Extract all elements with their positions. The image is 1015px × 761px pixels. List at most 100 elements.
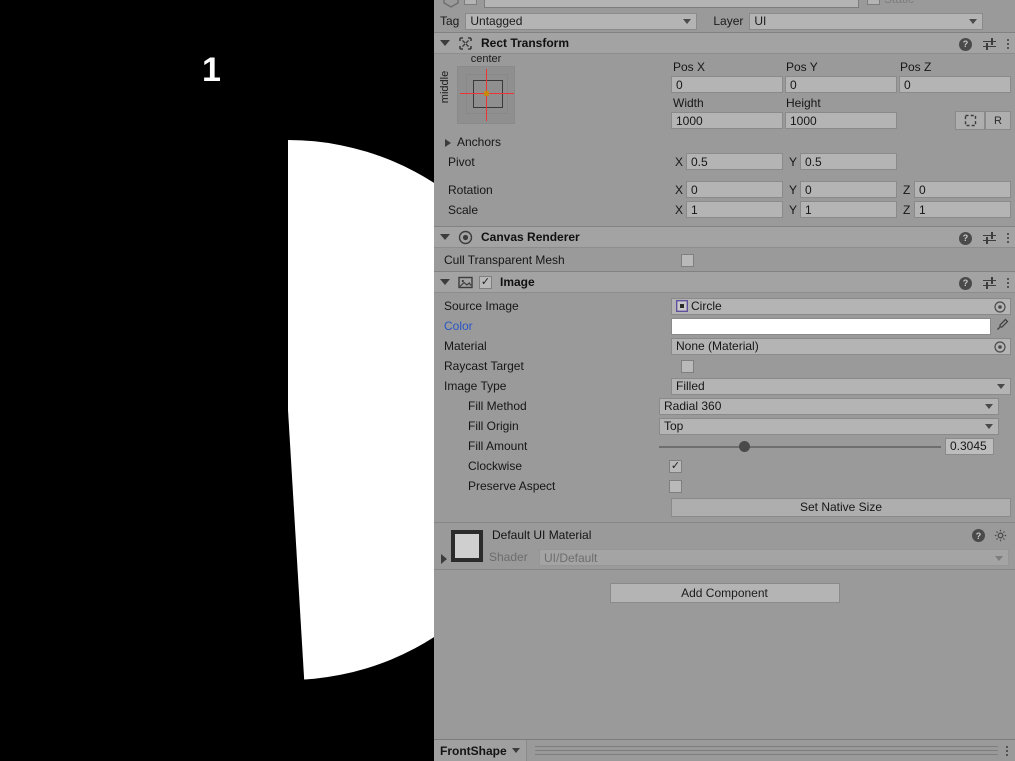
context-menu-icon[interactable]	[1007, 233, 1009, 243]
scale-x-axis-label: X	[675, 203, 684, 217]
inspector-panel[interactable]: Static Tag Untagged Layer UI Rect Transf…	[434, 0, 1015, 761]
fill-origin-dropdown[interactable]: Top	[659, 417, 999, 435]
anchor-pivot-dot	[484, 91, 489, 96]
foldout-arrow-icon[interactable]	[440, 40, 450, 46]
pos-y-field[interactable]: 0	[785, 76, 897, 93]
image-header-icons: ?	[959, 272, 1009, 294]
canvas-renderer-title: Canvas Renderer	[481, 230, 580, 244]
fill-amount-slider[interactable]	[659, 438, 941, 455]
preserve-aspect-checkbox[interactable]	[669, 479, 682, 493]
fill-method-label: Fill Method	[468, 399, 527, 413]
clockwise-row: Clockwise ✓	[434, 456, 1015, 476]
foldout-arrow-icon[interactable]	[440, 279, 450, 285]
add-component-area: Add Component	[434, 569, 1015, 603]
image-header[interactable]: ✓ Image ?	[434, 271, 1015, 293]
help-icon[interactable]: ?	[972, 529, 985, 542]
cull-transparent-mesh-checkbox[interactable]	[681, 253, 694, 267]
rect-transform-header[interactable]: Rect Transform ?	[434, 32, 1015, 54]
height-field[interactable]: 1000	[785, 112, 897, 129]
scale-z-axis-label: Z	[903, 203, 911, 217]
color-row: Color	[434, 316, 1015, 336]
layer-label: Layer	[713, 14, 744, 28]
clockwise-checkbox[interactable]: ✓	[669, 459, 682, 473]
foldout-arrow-icon[interactable]	[440, 234, 450, 240]
game-view[interactable]: 1	[0, 0, 434, 761]
image-enabled-checkbox[interactable]: ✓	[479, 275, 492, 289]
raycast-target-checkbox[interactable]	[681, 359, 694, 373]
gear-icon[interactable]	[994, 529, 1007, 545]
object-picker-icon[interactable]	[994, 340, 1006, 356]
slider-handle[interactable]	[738, 440, 750, 452]
help-icon[interactable]: ?	[959, 231, 972, 245]
sprite-thumbnail-icon	[676, 300, 688, 312]
scale-x-field[interactable]: 1	[686, 201, 783, 218]
color-swatch-field[interactable]	[671, 317, 991, 335]
preset-icon[interactable]	[983, 276, 996, 290]
default-ui-material-block[interactable]: Default UI Material Shader UI/Default ?	[434, 522, 1015, 569]
rotation-x-field[interactable]: 0	[686, 181, 783, 198]
tag-dropdown[interactable]: Untagged	[465, 12, 698, 30]
static-checkbox[interactable]	[867, 0, 880, 5]
object-picker-icon[interactable]	[994, 300, 1006, 316]
gameobject-identity-row[interactable]: Static	[434, 0, 1015, 10]
canvas-renderer-header[interactable]: Canvas Renderer ?	[434, 226, 1015, 248]
width-field[interactable]: 1000	[671, 112, 783, 129]
rotation-y-field[interactable]: 0	[800, 181, 897, 198]
preset-icon[interactable]	[983, 37, 996, 51]
help-icon[interactable]: ?	[959, 37, 972, 51]
gameobject-enabled-checkbox[interactable]	[464, 0, 477, 5]
canvas-renderer-header-icons: ?	[959, 227, 1009, 249]
anchor-preset-widget[interactable]	[457, 66, 515, 124]
canvas-renderer-icon	[458, 230, 473, 244]
status-bar: FrontShape	[434, 739, 1015, 761]
scale-y-field[interactable]: 1	[800, 201, 897, 218]
blueprint-mode-button[interactable]	[955, 111, 985, 130]
set-native-size-row: Set Native Size	[434, 496, 1015, 518]
fill-amount-label: Fill Amount	[468, 439, 528, 453]
layer-dropdown[interactable]: UI	[749, 12, 984, 30]
pivot-y-field[interactable]: 0.5	[800, 153, 897, 170]
gameobject-name-field[interactable]	[484, 0, 859, 8]
raw-edit-button[interactable]: R	[985, 111, 1011, 130]
pos-x-field[interactable]: 0	[671, 76, 783, 93]
fill-amount-field[interactable]: 0.3045	[945, 437, 994, 455]
add-component-button[interactable]: Add Component	[609, 583, 840, 603]
help-icon[interactable]: ?	[959, 276, 972, 290]
radial-shape-container	[0, 0, 434, 761]
pivot-x-field[interactable]: 0.5	[686, 153, 783, 170]
canvas-renderer-body: Cull Transparent Mesh	[434, 248, 1015, 271]
context-menu-icon[interactable]	[1007, 278, 1009, 288]
material-label: Material	[444, 339, 487, 353]
material-field[interactable]: None (Material)	[671, 337, 1011, 356]
tag-value: Untagged	[470, 14, 523, 28]
context-menu-icon[interactable]	[1007, 39, 1009, 49]
fill-method-row: Fill Method Radial 360	[434, 396, 1015, 416]
image-type-dropdown[interactable]: Filled	[671, 377, 1011, 395]
pivot-x-axis-label: X	[675, 155, 684, 169]
source-image-field[interactable]: Circle	[671, 297, 1011, 316]
slider-track	[659, 445, 941, 448]
checkmark-icon: ✓	[670, 459, 681, 472]
cull-transparent-mesh-row: Cull Transparent Mesh	[434, 250, 1015, 270]
material-foldout-arrow-icon[interactable]	[441, 554, 447, 564]
layer-value: UI	[754, 14, 767, 28]
chevron-down-icon	[997, 384, 1005, 389]
anchor-horizontal-label: center	[470, 53, 502, 65]
rect-transform-title: Rect Transform	[481, 36, 570, 50]
scale-z-field[interactable]: 1	[914, 201, 1011, 218]
status-context-menu-icon[interactable]	[1006, 745, 1008, 756]
pos-z-field[interactable]: 0	[899, 76, 1011, 93]
image-body: Source Image Circle Color Material None …	[434, 293, 1015, 522]
source-image-value: Circle	[691, 299, 722, 313]
fill-method-dropdown[interactable]: Radial 360	[659, 397, 999, 415]
eyedropper-icon[interactable]	[996, 318, 1009, 334]
shader-dropdown[interactable]: UI/Default	[539, 549, 1009, 566]
status-object-selector[interactable]: FrontShape	[434, 739, 527, 761]
rotation-z-field[interactable]: 0	[914, 181, 1011, 198]
game-number-label: 1	[202, 51, 221, 89]
scale-y-axis-label: Y	[789, 203, 798, 217]
fill-amount-row: Fill Amount 0.3045	[434, 436, 1015, 456]
set-native-size-button[interactable]: Set Native Size	[671, 497, 1011, 517]
preset-icon[interactable]	[983, 231, 996, 245]
pivot-y-axis-label: Y	[789, 155, 798, 169]
